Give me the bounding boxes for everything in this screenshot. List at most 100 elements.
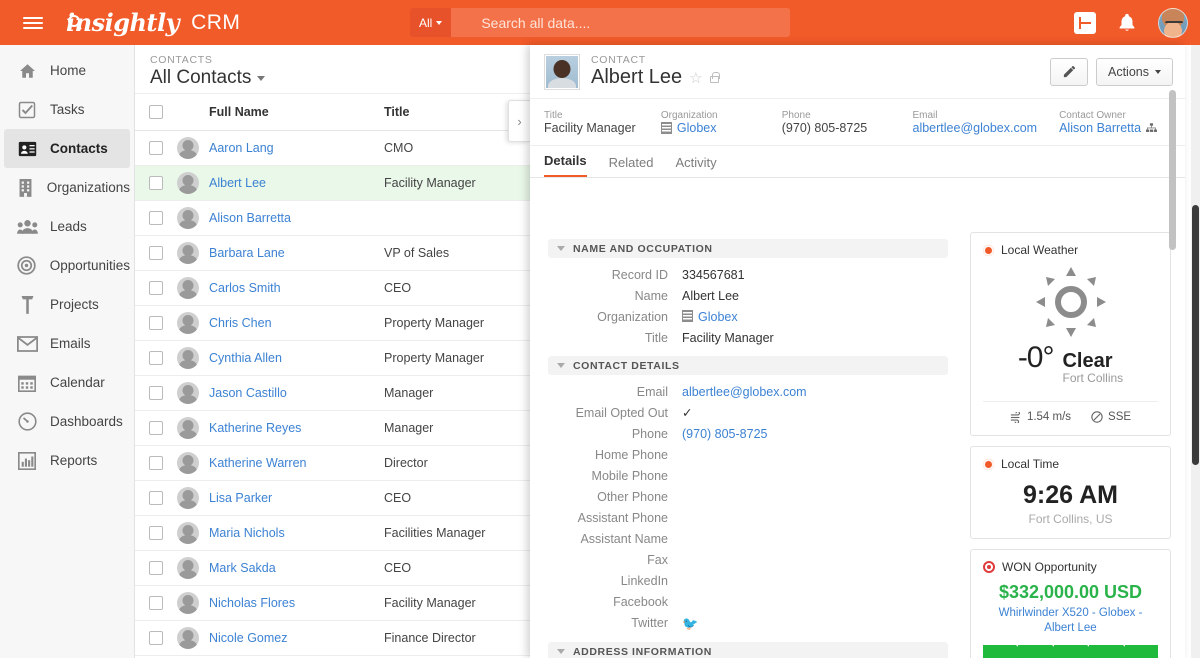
- contact-link[interactable]: Nicole Gomez: [209, 631, 288, 645]
- sidebar-item-dashboards[interactable]: Dashboards: [4, 402, 130, 441]
- lock-icon[interactable]: [709, 71, 721, 83]
- weather-title: Local Weather: [1001, 243, 1079, 257]
- field-row: Home Phone: [548, 445, 962, 466]
- summary-value-link[interactable]: Alison Barretta: [1059, 121, 1141, 135]
- expand-list-button[interactable]: ›: [508, 100, 530, 142]
- sidebar-item-emails[interactable]: Emails: [4, 324, 130, 363]
- sidebar-item-tasks[interactable]: Tasks: [4, 90, 130, 129]
- tab-activity[interactable]: Activity: [675, 155, 716, 177]
- tab-related[interactable]: Related: [609, 155, 654, 177]
- sidebar-item-leads[interactable]: Leads: [4, 207, 130, 246]
- contact-link[interactable]: Katherine Warren: [209, 456, 307, 470]
- table-row[interactable]: Barbara Lane VP of Sales: [135, 235, 530, 271]
- actions-button[interactable]: Actions: [1096, 57, 1173, 86]
- row-checkbox[interactable]: [149, 246, 163, 260]
- table-row[interactable]: Katherine Reyes Manager: [135, 410, 530, 446]
- sidebar-item-organizations[interactable]: Organizations: [4, 168, 130, 207]
- global-search[interactable]: All: [410, 8, 790, 37]
- table-row[interactable]: Carlos Smith CEO: [135, 270, 530, 306]
- opportunity-name-link[interactable]: Whirlwinder X520 - Globex - Albert Lee: [983, 606, 1158, 636]
- column-header-full-name[interactable]: Full Name: [209, 94, 384, 131]
- sidebar-item-reports[interactable]: Reports: [4, 441, 130, 480]
- field-value-link[interactable]: Globex: [698, 310, 738, 324]
- row-checkbox[interactable]: [149, 421, 163, 435]
- contact-link[interactable]: Chris Chen: [209, 316, 272, 330]
- table-row[interactable]: Katherine Warren Director: [135, 445, 530, 481]
- table-row[interactable]: Maria Nichols Facilities Manager: [135, 515, 530, 551]
- page-scrollbar-thumb[interactable]: [1192, 205, 1199, 465]
- section-header[interactable]: NAME AND OCCUPATION: [548, 239, 948, 258]
- sidebar-item-calendar[interactable]: Calendar: [4, 363, 130, 402]
- home-icon: [16, 61, 38, 81]
- select-all-checkbox[interactable]: [149, 105, 163, 119]
- row-checkbox[interactable]: [149, 281, 163, 295]
- table-row[interactable]: Nicholas Flores Facility Manager: [135, 585, 530, 621]
- row-checkbox[interactable]: [149, 351, 163, 365]
- summary-value-link[interactable]: albertlee@globex.com: [913, 121, 1038, 135]
- search-input[interactable]: [451, 8, 790, 37]
- list-view-dropdown[interactable]: All Contacts: [150, 67, 266, 89]
- twitter-icon[interactable]: 🐦: [682, 616, 698, 631]
- table-row[interactable]: Cynthia Allen Property Manager: [135, 340, 530, 376]
- row-checkbox[interactable]: [149, 316, 163, 330]
- add-new-button[interactable]: [1074, 11, 1096, 34]
- contact-link[interactable]: Katherine Reyes: [209, 421, 301, 435]
- weather-dot-icon: [983, 244, 994, 256]
- menu-icon[interactable]: [10, 16, 56, 29]
- field-value-link[interactable]: albertlee@globex.com: [682, 385, 807, 399]
- contact-link[interactable]: Lisa Parker: [209, 491, 272, 505]
- sidebar-item-contacts[interactable]: Contacts: [4, 129, 130, 168]
- contact-link[interactable]: Aaron Lang: [209, 141, 274, 155]
- contact-link[interactable]: Jason Castillo: [209, 386, 287, 400]
- contact-link[interactable]: Maria Nichols: [209, 526, 285, 540]
- row-avatar-cell: [177, 620, 209, 656]
- brand-logo[interactable]: insightly: [66, 8, 180, 37]
- favorite-star-icon[interactable]: ☆: [689, 69, 702, 87]
- table-row[interactable]: Alison Barretta: [135, 200, 530, 236]
- sidebar-item-home[interactable]: Home: [4, 51, 130, 90]
- field-value-link[interactable]: (970) 805-8725: [682, 427, 767, 441]
- table-row[interactable]: Nicole Gomez Finance Director: [135, 620, 530, 656]
- table-row[interactable]: Aaron Lang CMO: [135, 130, 530, 166]
- table-row[interactable]: Mark Sakda CEO: [135, 550, 530, 586]
- sidebar-item-opportunities[interactable]: Opportunities: [4, 246, 130, 285]
- table-row[interactable]: Chris Chen Property Manager: [135, 305, 530, 341]
- row-select-cell: [135, 550, 177, 586]
- contact-link[interactable]: Nicholas Flores: [209, 596, 295, 610]
- user-avatar[interactable]: [1158, 7, 1188, 38]
- sidebar-item-projects[interactable]: Projects: [4, 285, 130, 324]
- row-checkbox[interactable]: [149, 141, 163, 155]
- contact-link[interactable]: Albert Lee: [209, 176, 266, 190]
- row-name-cell: Aaron Lang: [209, 130, 384, 166]
- row-checkbox[interactable]: [149, 386, 163, 400]
- contact-link[interactable]: Alison Barretta: [209, 211, 291, 225]
- section-header[interactable]: ADDRESS INFORMATION: [548, 642, 948, 658]
- table-row[interactable]: Albert Lee Facility Manager: [135, 165, 530, 201]
- contact-link[interactable]: Cynthia Allen: [209, 351, 282, 365]
- row-checkbox[interactable]: [149, 561, 163, 575]
- field-row: Fax: [548, 550, 962, 571]
- row-title-cell: Finance Director: [384, 620, 530, 656]
- contact-detail-panel: CONTACT Albert Lee ☆ Actions Title Facili…: [530, 45, 1185, 658]
- row-checkbox[interactable]: [149, 526, 163, 540]
- row-checkbox[interactable]: [149, 596, 163, 610]
- row-checkbox[interactable]: [149, 211, 163, 225]
- contact-link[interactable]: Mark Sakda: [209, 561, 276, 575]
- target-icon: [16, 256, 38, 276]
- section-header[interactable]: CONTACT DETAILS: [548, 356, 948, 375]
- search-scope-dropdown[interactable]: All: [410, 8, 452, 37]
- table-row[interactable]: Lisa Parker CEO: [135, 480, 530, 516]
- table-row[interactable]: Jason Castillo Manager: [135, 375, 530, 411]
- row-checkbox[interactable]: [149, 491, 163, 505]
- row-checkbox[interactable]: [149, 176, 163, 190]
- page-scrollbar[interactable]: [1191, 45, 1200, 658]
- edit-button[interactable]: [1050, 57, 1088, 86]
- notifications-icon[interactable]: [1116, 12, 1138, 34]
- row-checkbox[interactable]: [149, 631, 163, 645]
- summary-value-link[interactable]: Globex: [677, 121, 717, 135]
- contact-link[interactable]: Carlos Smith: [209, 281, 281, 295]
- tab-details[interactable]: Details: [544, 153, 587, 177]
- detail-scrollbar-thumb[interactable]: [1169, 90, 1176, 250]
- row-checkbox[interactable]: [149, 456, 163, 470]
- contact-link[interactable]: Barbara Lane: [209, 246, 285, 260]
